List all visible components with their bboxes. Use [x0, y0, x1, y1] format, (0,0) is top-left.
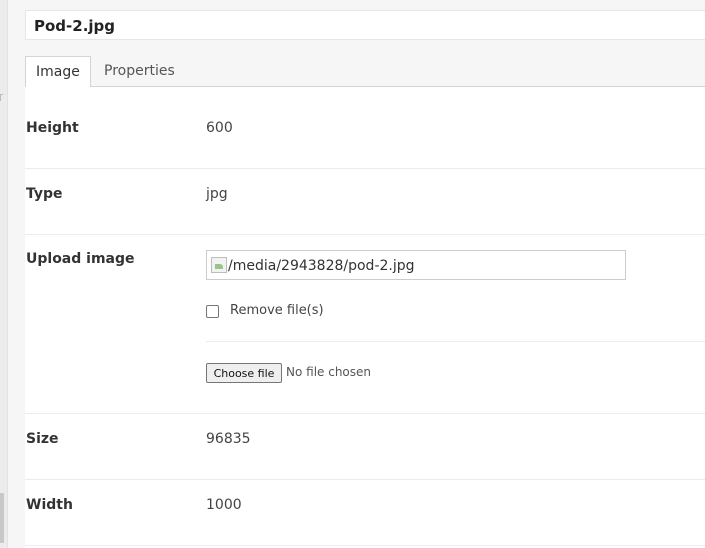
- no-file-chosen-text: No file chosen: [286, 365, 372, 379]
- size-row: Size 96835: [25, 414, 705, 480]
- height-value: 600: [206, 120, 233, 136]
- type-label: Type: [26, 186, 63, 202]
- height-row: Height 600: [25, 87, 705, 169]
- current-file-link[interactable]: /media/2943828/pod-2.jpg: [206, 250, 626, 280]
- media-name-field[interactable]: Pod-2.jpg: [25, 10, 705, 40]
- tab-properties[interactable]: Properties: [94, 56, 185, 87]
- media-editor-panel: Pod-2.jpg Image Properties Height 600 Ty…: [9, 0, 705, 548]
- size-label: Size: [26, 431, 59, 447]
- type-row: Type jpg: [25, 169, 705, 235]
- width-label: Width: [26, 497, 73, 513]
- gutter-tick: [0, 94, 3, 101]
- remove-files-label[interactable]: Remove file(s): [230, 303, 324, 318]
- type-value: jpg: [206, 186, 228, 202]
- tab-bar: Image Properties: [25, 56, 705, 88]
- width-value: 1000: [206, 497, 242, 513]
- tab-image[interactable]: Image: [25, 56, 91, 88]
- upload-divider: [206, 341, 705, 342]
- image-properties-form: Height 600 Type jpg Upload image /media/…: [25, 87, 705, 548]
- remove-files-checkbox[interactable]: [206, 305, 219, 318]
- broken-image-icon: [211, 257, 227, 273]
- left-gutter: [0, 0, 8, 548]
- resize-handle[interactable]: [0, 493, 4, 543]
- current-file-url: /media/2943828/pod-2.jpg: [228, 258, 415, 274]
- height-label: Height: [26, 120, 79, 136]
- size-value: 96835: [206, 431, 251, 447]
- upload-image-label: Upload image: [26, 251, 135, 267]
- width-row: Width 1000: [25, 480, 705, 546]
- choose-file-button[interactable]: Choose file: [206, 363, 282, 383]
